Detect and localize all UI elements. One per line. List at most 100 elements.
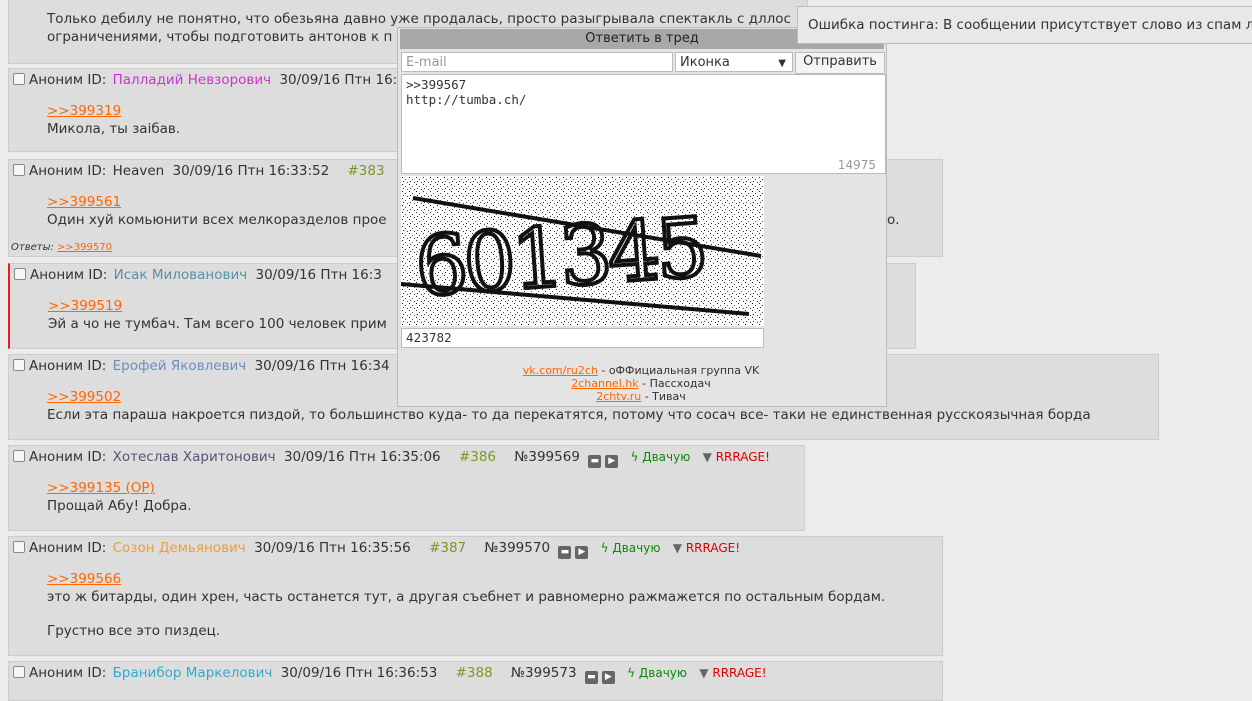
- post-header: Аноним ID: Исак Милованович 30/09/16 Птн…: [14, 267, 382, 283]
- post-index[interactable]: #387: [429, 540, 466, 556]
- dislike-label: RRRAGE!: [715, 450, 770, 464]
- post-index[interactable]: #388: [456, 665, 493, 681]
- dislike-button[interactable]: ▼ RRRAGE!: [703, 450, 770, 464]
- post-select-checkbox[interactable]: [13, 164, 25, 176]
- post-header: Аноним ID: Ерофей Яковлевич 30/09/16 Птн…: [13, 358, 390, 374]
- post-text-line: Прощай Абу! Добра.: [47, 498, 192, 514]
- post-text-line: Эй а чо не тумбач. Там всего 100 человек…: [48, 316, 387, 332]
- dislike-label: RRRAGE!: [712, 666, 767, 680]
- send-button[interactable]: Отправить: [795, 52, 885, 74]
- post-date: 30/09/16 Птн 16:: [279, 72, 398, 88]
- captcha-image[interactable]: 601345: [400, 176, 764, 326]
- like-label: Двачую: [638, 666, 687, 680]
- vk-link[interactable]: vk.com/ru2ch: [523, 364, 598, 377]
- post-answers: Ответы: >>399570: [11, 242, 112, 253]
- post-author-label: Аноним ID:: [29, 358, 107, 374]
- post-nickname: Ерофей Яковлевич: [112, 358, 247, 374]
- char-counter: 14975: [837, 158, 876, 172]
- reply-reference-link[interactable]: >>399502: [47, 389, 121, 405]
- post-nickname: Heaven: [112, 163, 165, 179]
- post-index[interactable]: #383: [348, 163, 385, 179]
- post-header: Аноним ID: Heaven 30/09/16 Птн 16:33:52 …: [13, 163, 385, 179]
- like-button[interactable]: ϟ Двачую: [627, 666, 687, 680]
- like-button[interactable]: ϟ Двачую: [631, 450, 691, 464]
- post-date: 30/09/16 Птн 16:3: [255, 267, 382, 283]
- message-textarea[interactable]: >>399567 http://tumba.ch/: [401, 74, 886, 174]
- 2chtv-link-desc: - Тивач: [641, 390, 686, 403]
- reply-reference-link[interactable]: >>399135 (OP): [47, 480, 155, 496]
- post-header: Аноним ID: Бранибор Маркелович 30/09/16 …: [13, 665, 767, 684]
- post-nickname: Бранибор Маркелович: [112, 665, 273, 681]
- post-text-line: это ж битарды, один хрен, часть останетс…: [47, 589, 886, 605]
- hide-post-icon[interactable]: ▬: [558, 546, 572, 559]
- post-header: Аноним ID: Палладий Невзорович 30/09/16 …: [13, 72, 397, 88]
- expand-post-icon[interactable]: ▶: [601, 671, 615, 684]
- post-author-label: Аноним ID:: [30, 267, 108, 283]
- dislike-button[interactable]: ▼ RRRAGE!: [673, 541, 740, 555]
- thumbs-down-icon: ▼: [699, 666, 709, 680]
- post-date: 30/09/16 Птн 16:35:56: [254, 540, 411, 556]
- captcha-input[interactable]: 423782: [401, 328, 764, 348]
- post-select-checkbox[interactable]: [14, 268, 26, 280]
- thumbs-down-icon: ▼: [672, 541, 682, 555]
- captcha-text: 601345: [412, 201, 707, 316]
- post-header: Аноним ID: Хотеслав Харитонович 30/09/16…: [13, 449, 770, 468]
- like-button[interactable]: ϟ Двачую: [601, 541, 661, 555]
- post-select-checkbox[interactable]: [13, 450, 25, 462]
- footer-link-row: 2channel.hk - Пассходач: [398, 377, 884, 390]
- reply-reference-link[interactable]: >>399519: [48, 298, 122, 314]
- post-nickname: Исак Милованович: [113, 267, 248, 283]
- icon-select-value: Иконка: [680, 55, 730, 70]
- dislike-button[interactable]: ▼ RRRAGE!: [699, 666, 766, 680]
- hide-post-icon[interactable]: ▬: [588, 455, 602, 468]
- answer-link[interactable]: >>399570: [57, 242, 112, 253]
- post-number[interactable]: №399570: [484, 540, 550, 556]
- reply-reference-link[interactable]: >>399566: [47, 571, 121, 587]
- hide-post-icon[interactable]: ▬: [584, 671, 598, 684]
- answers-label: Ответы:: [11, 242, 54, 253]
- post-author-label: Аноним ID:: [29, 72, 107, 88]
- icon-select[interactable]: Иконка ▼: [675, 52, 793, 72]
- post-text-tail: о.: [887, 212, 900, 228]
- post-date: 30/09/16 Птн 16:33:52: [172, 163, 330, 179]
- post-1: Аноним ID: Палладий Невзорович 30/09/16 …: [8, 68, 398, 152]
- post-date: 30/09/16 Птн 16:35:06: [283, 449, 441, 465]
- post-header: Аноним ID: Созон Демьянович 30/09/16 Птн…: [13, 540, 740, 559]
- post-author-label: Аноним ID:: [29, 665, 107, 681]
- email-field[interactable]: [401, 52, 673, 72]
- post-index[interactable]: #386: [459, 449, 496, 465]
- reply-form: Ответить в тред Иконка ▼ Отправить >>399…: [397, 27, 887, 407]
- post-7: Аноним ID: Бранибор Маркелович 30/09/16 …: [8, 661, 943, 701]
- 2channel-link[interactable]: 2channel.hk: [571, 377, 638, 390]
- expand-post-icon[interactable]: ▶: [575, 546, 589, 559]
- post-text-line: Если эта параша накроется пиздой, то бол…: [47, 407, 1091, 423]
- reply-reference-link[interactable]: >>399561: [47, 194, 121, 210]
- post-nickname: Созон Демьянович: [112, 540, 246, 556]
- reply-reference-link[interactable]: >>399319: [47, 103, 121, 119]
- like-label: Двачую: [612, 541, 661, 555]
- post-5: Аноним ID: Хотеслав Харитонович 30/09/16…: [8, 445, 805, 531]
- 2chtv-link[interactable]: 2chtv.ru: [596, 390, 641, 403]
- vk-link-desc: - оФФициальная группа VK: [597, 364, 760, 377]
- post-select-checkbox[interactable]: [13, 541, 25, 553]
- like-label: Двачую: [642, 450, 691, 464]
- footer-link-row: vk.com/ru2ch - оФФициальная группа VK: [398, 364, 884, 377]
- expand-post-icon[interactable]: ▶: [605, 455, 619, 468]
- post-date: 30/09/16 Птн 16:34: [254, 358, 390, 374]
- post-number[interactable]: №399573: [511, 665, 577, 681]
- post-nickname: Палладий Невзорович: [112, 72, 272, 88]
- dislike-label: RRRAGE!: [685, 541, 741, 555]
- error-notification[interactable]: Ошибка постинга: В сообщении присутствуе…: [797, 6, 1252, 44]
- footer-link-row: 2chtv.ru - Тивач: [398, 390, 884, 403]
- post-select-checkbox[interactable]: [13, 73, 25, 85]
- post-nickname: Хотеслав Харитонович: [112, 449, 276, 465]
- post-select-checkbox[interactable]: [13, 666, 25, 678]
- post-text-line: Грустно все это пиздец.: [47, 623, 221, 639]
- post-text-line: Только дебилу не понятно, что обезьяна д…: [47, 11, 791, 27]
- 2channel-link-desc: - Пассходач: [638, 377, 711, 390]
- captcha-graphic: 601345: [400, 176, 764, 326]
- post-select-checkbox[interactable]: [13, 359, 25, 371]
- form-footer-links: vk.com/ru2ch - оФФициальная группа VK 2c…: [398, 364, 884, 403]
- chevron-down-icon: ▼: [778, 58, 786, 69]
- post-number[interactable]: №399569: [514, 449, 580, 465]
